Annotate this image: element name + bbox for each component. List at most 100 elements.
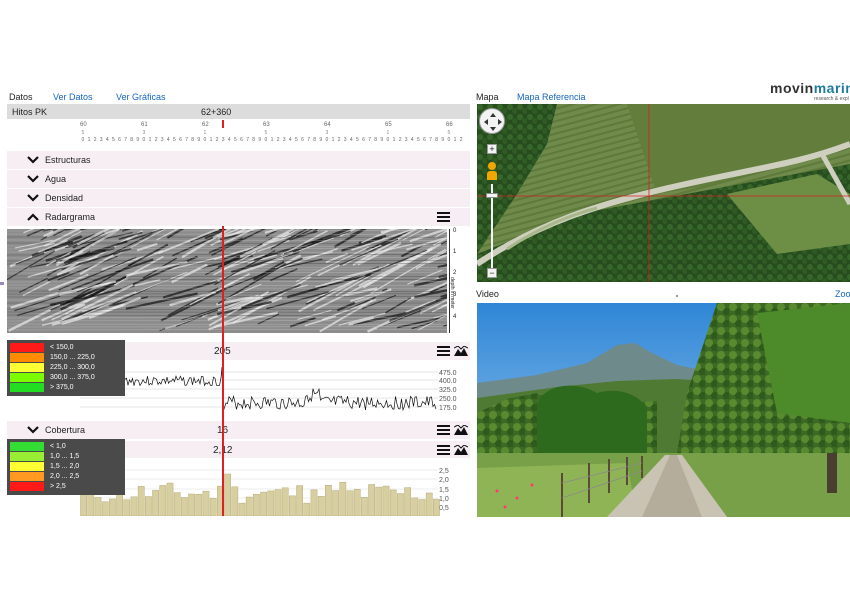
- chevron-down-icon: [27, 156, 39, 164]
- pk-major-tick: 64: [324, 122, 331, 128]
- pk-major-tick: 66: [446, 122, 453, 128]
- cobertura-bar: [267, 490, 275, 516]
- cobertura-bar: [253, 494, 260, 516]
- pk-minor-tick: 5: [448, 130, 451, 136]
- position-cursor-line[interactable]: [222, 226, 224, 516]
- video-zoom-link[interactable]: Zoo: [835, 289, 850, 299]
- pk-minor-tick: 5: [295, 137, 298, 143]
- y-tick-label: 250.0: [439, 396, 457, 403]
- cobertura-bar: [375, 486, 383, 516]
- cobertura-bar: [325, 485, 332, 516]
- pk-minor-tick: 6: [301, 137, 304, 143]
- pk-minor-tick: 0: [265, 137, 268, 143]
- legend-swatch: [10, 343, 44, 352]
- logo: movinmarin: [770, 80, 850, 96]
- pk-minor-tick: 2: [338, 137, 341, 143]
- legend-swatch: [10, 383, 44, 392]
- legend-label: > 2,5: [50, 483, 66, 490]
- menu-icon[interactable]: [437, 212, 450, 222]
- depth-axis: 0 1 2 3 4 depth in meter: [447, 228, 470, 333]
- menu-icon[interactable]: [437, 425, 450, 435]
- pk-minor-tick: 7: [307, 137, 310, 143]
- map-view[interactable]: + −: [477, 104, 850, 282]
- cobertura-bar: [238, 502, 246, 516]
- menu-icon[interactable]: [437, 346, 450, 356]
- logo-text: movin: [770, 80, 814, 96]
- cobertura-bar: [94, 497, 102, 516]
- pk-cursor[interactable]: [222, 120, 224, 128]
- tab-mapa[interactable]: Mapa: [476, 92, 499, 102]
- pk-minor-tick: 0: [387, 137, 390, 143]
- tab-datos[interactable]: Datos: [9, 92, 33, 102]
- section-label: Cobertura: [45, 425, 86, 435]
- cobertura-bar: [209, 498, 217, 516]
- hitos-pk-bar: [7, 104, 470, 119]
- legend-label: 300,0 ... 375,0: [50, 374, 95, 381]
- pk-minor-tick: 7: [429, 137, 432, 143]
- pk-minor-tick: 1: [204, 130, 207, 136]
- zoom-slider-handle[interactable]: [486, 193, 498, 198]
- section-deflexion[interactable]: [125, 342, 470, 360]
- street-view-pegman-icon[interactable]: [486, 162, 498, 180]
- section-densidad[interactable]: Densidad: [7, 189, 470, 207]
- legend-label: 225,0 ... 300,0: [50, 364, 95, 371]
- chevron-down-icon: [27, 426, 39, 434]
- cobertura-bars-header: [125, 441, 470, 458]
- section-radargrama[interactable]: Radargrama: [7, 208, 470, 226]
- pk-minor-tick: 4: [411, 137, 414, 143]
- cobertura-bar: [433, 498, 440, 516]
- pk-minor-tick: 1: [149, 137, 152, 143]
- pk-major-tick: 60: [80, 122, 87, 128]
- legend-swatch: [10, 482, 44, 491]
- chart-type-icon[interactable]: [454, 346, 468, 356]
- pk-minor-tick: 2: [216, 137, 219, 143]
- pk-minor-tick: 1: [387, 130, 390, 136]
- pk-minor-tick: 3: [344, 137, 347, 143]
- cobertura-bar: [274, 489, 282, 516]
- satellite-map: [477, 104, 850, 282]
- deflexion-legend: < 150,0 150,0 ... 225,0 225,0 ... 300,0 300…: [7, 340, 125, 396]
- cobertura-bar: [404, 487, 411, 516]
- pk-minor-tick: 8: [435, 137, 438, 143]
- cobertura-bar: [130, 496, 138, 516]
- pk-ruler[interactable]: 60 61 62 63 64 65 66051 2 3 4 5 6 7 8 9 031 2 3 4 5 6 7 8 9 011 2…: [7, 119, 470, 147]
- zoom-in-button[interactable]: +: [487, 144, 497, 154]
- menu-icon[interactable]: [437, 445, 450, 455]
- section-agua[interactable]: Agua: [7, 170, 470, 188]
- section-label: Agua: [45, 174, 67, 184]
- chart-type-icon[interactable]: [454, 445, 468, 455]
- pk-minor-tick: 8: [313, 137, 316, 143]
- zoom-out-button[interactable]: −: [487, 268, 497, 278]
- pk-minor-tick: 5: [265, 130, 268, 136]
- y-tick-label: 475.0: [439, 370, 457, 377]
- pk-minor-tick: 8: [374, 137, 377, 143]
- pk-minor-tick: 1: [88, 137, 91, 143]
- tab-ver-datos[interactable]: Ver Datos: [53, 92, 93, 102]
- legend-item: < 1,0: [10, 442, 122, 451]
- cobertura-bar: [353, 488, 361, 516]
- pk-minor-tick: 2: [399, 137, 402, 143]
- cobertura-bar: [339, 481, 347, 516]
- pk-major-tick: 62: [202, 122, 209, 128]
- panel-edge-marker: [0, 282, 4, 285]
- tab-mapa-referencia[interactable]: Mapa Referencia: [517, 92, 586, 102]
- tab-ver-graficas[interactable]: Ver Gráficas: [116, 92, 166, 102]
- pk-minor-tick: 8: [191, 137, 194, 143]
- hitos-pk-label: Hitos PK: [12, 107, 48, 117]
- pk-minor-tick: 0: [143, 137, 146, 143]
- video-frame[interactable]: [477, 303, 850, 517]
- cobertura-bar: [303, 502, 311, 516]
- y-tick-label: 400.0: [439, 378, 457, 385]
- logo-text-accent: marin: [813, 80, 850, 96]
- legend-swatch: [10, 472, 44, 481]
- section-estructuras[interactable]: Estructuras: [7, 151, 470, 169]
- section-cobertura[interactable]: Cobertura 16: [7, 421, 470, 439]
- cobertura-bar: [137, 486, 145, 516]
- cobertura-bar: [245, 496, 253, 516]
- cobertura-bar: [317, 496, 325, 516]
- legend-label: < 1,0: [50, 443, 66, 450]
- section-label: Radargrama: [45, 212, 96, 222]
- chart-type-icon[interactable]: [454, 425, 468, 435]
- pan-control[interactable]: [479, 108, 505, 134]
- pk-minor-tick: 3: [100, 137, 103, 143]
